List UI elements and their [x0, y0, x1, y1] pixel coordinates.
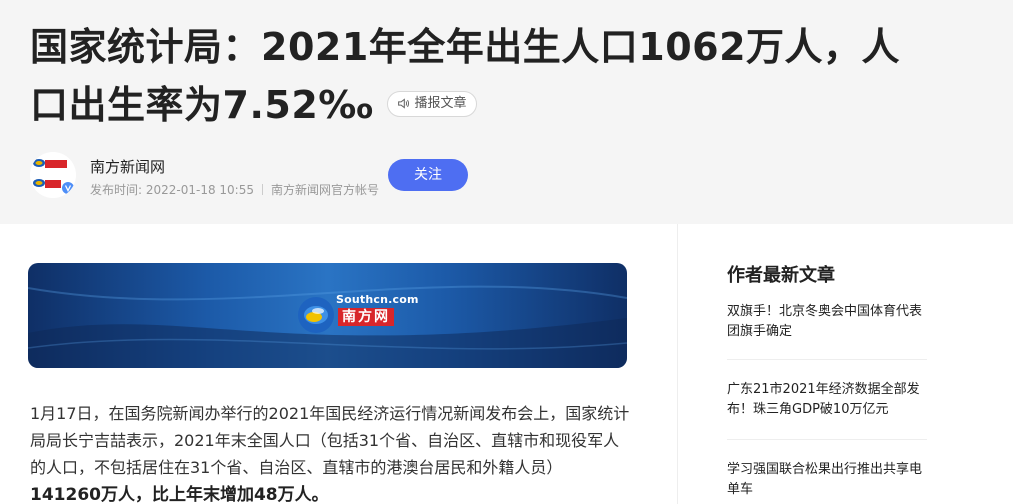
sidebar-article-link[interactable]: 广东21市2021年经济数据全部发布！珠三角GDP破10万亿元 — [727, 360, 927, 440]
article-title: 国家统计局：2021年全年出生人口1062万人，人 口出生率为7.52‰ 播报文章 — [30, 18, 960, 134]
follow-button[interactable]: 关注 — [388, 159, 468, 191]
column-divider — [677, 224, 678, 504]
meta-divider — [262, 184, 263, 195]
sidebar-article-list: 双旗手！北京冬奥会中国体育代表团旗手确定 广东21市2021年经济数据全部发布！… — [727, 298, 927, 504]
southcn-swirl-icon — [298, 297, 334, 333]
listen-article-button[interactable]: 播报文章 — [387, 90, 477, 117]
publish-time: 发布时间: 2022-01-18 10:55 — [90, 183, 254, 197]
southcn-logo-icon — [30, 152, 76, 198]
sidebar-article-link[interactable]: 学习强国联合松果出行推出共享电单车 — [727, 440, 927, 504]
article-header: 国家统计局：2021年全年出生人口1062万人，人 口出生率为7.52‰ 播报文章 … — [0, 0, 1013, 224]
banner-cn-name: 南方网 — [338, 308, 394, 326]
account-description: 南方新闻网官方帐号 — [271, 183, 380, 197]
southcn-banner-logo: Southcn.com 南方网 — [296, 291, 419, 341]
article-meta: 发布时间: 2022-01-18 10:55 南方新闻网官方帐号 — [90, 181, 379, 198]
article-title-line2: 口出生率为7.52‰ — [30, 83, 374, 127]
article-paragraph-bold: 141260万人，比上年末增加48万人。 — [30, 485, 329, 504]
author-avatar[interactable] — [30, 152, 76, 198]
article-banner-image: Southcn.com 南方网 — [28, 263, 627, 368]
sidebar-title: 作者最新文章 — [727, 265, 835, 286]
listen-article-label: 播报文章 — [414, 95, 467, 111]
banner-domain: Southcn.com — [336, 293, 419, 306]
author-name[interactable]: 南方新闻网 — [90, 156, 165, 177]
sidebar-article-link[interactable]: 双旗手！北京冬奥会中国体育代表团旗手确定 — [727, 298, 927, 360]
article-title-line1: 国家统计局：2021年全年出生人口1062万人，人 — [30, 25, 901, 69]
article-paragraph: 1月17日，在国务院新闻办举行的2021年国民经济运行情况新闻发布会上，国家统计… — [30, 404, 630, 477]
speaker-icon — [398, 98, 410, 109]
article-body: 1月17日，在国务院新闻办举行的2021年国民经济运行情况新闻发布会上，国家统计… — [30, 400, 630, 504]
